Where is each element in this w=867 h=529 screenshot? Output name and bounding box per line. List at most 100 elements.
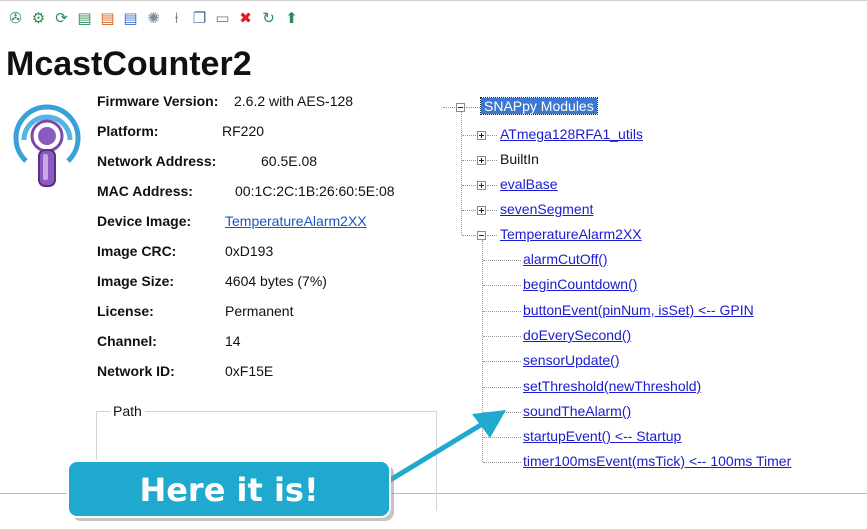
device-image-link[interactable]: TemperatureAlarm2XX xyxy=(225,213,367,229)
tree-connector xyxy=(483,361,521,362)
function-label[interactable]: alarmCutOff() xyxy=(523,251,608,267)
property-label: Network ID: xyxy=(97,363,175,379)
expand-toggle[interactable] xyxy=(477,181,486,190)
function-label[interactable]: startupEvent() <-- Startup xyxy=(523,428,681,444)
module-node[interactable]: ATmega128RFA1_utils xyxy=(500,125,643,144)
copy-icon-glyph: ❐ xyxy=(192,8,207,27)
expand-toggle[interactable] xyxy=(477,206,486,215)
function-label[interactable]: beginCountdown() xyxy=(523,276,637,292)
property-label: License: xyxy=(97,303,154,319)
tree-connector xyxy=(482,240,483,463)
module-node[interactable]: evalBase xyxy=(500,175,558,194)
tree-connector xyxy=(487,160,497,161)
refresh-icon[interactable]: ⟳ xyxy=(52,9,71,28)
terminal-icon[interactable]: ▭ xyxy=(213,9,232,28)
tree-connector xyxy=(487,235,497,236)
property-value: 00:1C:2C:1B:26:60:5E:08 xyxy=(235,183,395,199)
collapse-toggle[interactable] xyxy=(477,231,486,240)
property-value: RF220 xyxy=(222,123,265,139)
function-node[interactable]: doEverySecond() xyxy=(523,326,631,345)
tree-connector xyxy=(462,185,476,186)
tree-connector xyxy=(461,112,462,235)
device-info-panel: ✇ ⚙ ⟳ ▤ ▤ ▤ ✺ ⍿ ❐ ▭ ✖ ↻ ⬆ McastCounter2 Firmware Ver… xyxy=(0,0,867,511)
function-label[interactable]: sensorUpdate() xyxy=(523,352,620,368)
tree-connector xyxy=(462,210,476,211)
firmware-icon-glyph: ⬆ xyxy=(285,8,298,27)
upload-icon-glyph: ▤ xyxy=(77,8,92,27)
refresh-icon-glyph: ⟳ xyxy=(55,8,68,27)
probe-icon-glyph: ⍿ xyxy=(174,8,179,27)
function-label[interactable]: buttonEvent(pinNum, isSet) <-- GPIN xyxy=(523,302,754,318)
upload-icon[interactable]: ▤ xyxy=(75,9,94,28)
expand-toggle[interactable] xyxy=(477,131,486,140)
toolbar: ✇ ⚙ ⟳ ▤ ▤ ▤ ✺ ⍿ ❐ ▭ ✖ ↻ ⬆ xyxy=(6,5,301,31)
tree-root-node[interactable]: SNAPpy Modules xyxy=(480,97,598,116)
function-label[interactable]: setThreshold(newThreshold) xyxy=(523,378,701,394)
function-node[interactable]: buttonEvent(pinNum, isSet) <-- GPIN xyxy=(523,301,754,320)
reboot-icon[interactable]: ↻ xyxy=(259,9,278,28)
module-label[interactable]: sevenSegment xyxy=(500,201,593,217)
property-label: Platform: xyxy=(97,123,159,139)
tree-connector xyxy=(466,107,480,108)
property-label: MAC Address: xyxy=(97,183,193,199)
expand-toggle[interactable] xyxy=(477,156,486,165)
module-label[interactable]: TemperatureAlarm2XX xyxy=(500,226,642,242)
callout-text: Here it is! xyxy=(139,471,319,509)
module-node[interactable]: TemperatureAlarm2XX xyxy=(500,225,642,244)
tree-connector xyxy=(483,412,521,413)
function-node[interactable]: startupEvent() <-- Startup xyxy=(523,427,681,446)
tree-connector xyxy=(483,336,521,337)
module-node[interactable]: BuiltIn xyxy=(500,150,539,169)
property-value: Permanent xyxy=(225,303,294,319)
tree-connector xyxy=(483,311,521,312)
property-value: 14 xyxy=(225,333,241,349)
delete-icon[interactable]: ✖ xyxy=(236,9,255,28)
module-label: BuiltIn xyxy=(500,151,539,167)
collapse-toggle[interactable] xyxy=(456,103,465,112)
function-label[interactable]: doEverySecond() xyxy=(523,327,631,343)
probe-icon[interactable]: ⍿ xyxy=(167,9,186,28)
script-upload-icon[interactable]: ▤ xyxy=(98,9,117,28)
network-icon[interactable]: ⚙ xyxy=(29,9,48,28)
tree-connector xyxy=(462,160,476,161)
tree-connector xyxy=(483,387,521,388)
tree-connector xyxy=(462,235,476,236)
script-erase-icon-glyph: ▤ xyxy=(123,8,138,27)
tree-connector xyxy=(462,135,476,136)
property-label: Device Image: xyxy=(97,213,192,229)
module-label[interactable]: ATmega128RFA1_utils xyxy=(500,126,643,142)
script-erase-icon[interactable]: ▤ xyxy=(121,9,140,28)
function-node[interactable]: timer100msEvent(msTick) <-- 100ms Timer xyxy=(523,452,791,471)
function-node[interactable]: soundTheAlarm() xyxy=(523,402,631,421)
module-node[interactable]: sevenSegment xyxy=(500,200,593,219)
reboot-icon-glyph: ↻ xyxy=(262,8,275,27)
property-label: Image CRC: xyxy=(97,243,177,259)
tree-connector xyxy=(487,185,497,186)
function-label[interactable]: timer100msEvent(msTick) <-- 100ms Timer xyxy=(523,453,791,469)
tree-connector xyxy=(443,107,455,108)
module-label[interactable]: evalBase xyxy=(500,176,558,192)
function-node[interactable]: beginCountdown() xyxy=(523,275,637,294)
delete-icon-glyph: ✖ xyxy=(239,8,252,27)
tree-connector xyxy=(483,285,521,286)
function-node[interactable]: setThreshold(newThreshold) xyxy=(523,377,701,396)
network-icon-glyph: ⚙ xyxy=(31,8,46,27)
tree-root-label[interactable]: SNAPpy Modules xyxy=(480,97,598,115)
tree-connector xyxy=(487,210,497,211)
path-label: Path xyxy=(110,403,145,419)
tree-connector xyxy=(487,135,497,136)
property-value: 0xF15E xyxy=(225,363,274,379)
property-label: Firmware Version: xyxy=(97,93,219,109)
function-label[interactable]: soundTheAlarm() xyxy=(523,403,631,419)
copy-icon[interactable]: ❐ xyxy=(190,9,209,28)
broadcast-icon[interactable]: ✇ xyxy=(6,9,25,28)
function-node[interactable]: alarmCutOff() xyxy=(523,250,608,269)
property-value: 4604 bytes (7%) xyxy=(225,273,327,289)
script-upload-icon-glyph: ▤ xyxy=(100,8,115,27)
function-node[interactable]: sensorUpdate() xyxy=(523,351,620,370)
device-name-title: McastCounter2 xyxy=(6,45,252,83)
property-label: Image Size: xyxy=(97,273,175,289)
wireless-device-icon xyxy=(13,104,81,187)
configure-icon[interactable]: ✺ xyxy=(144,9,163,28)
firmware-icon[interactable]: ⬆ xyxy=(282,9,301,28)
